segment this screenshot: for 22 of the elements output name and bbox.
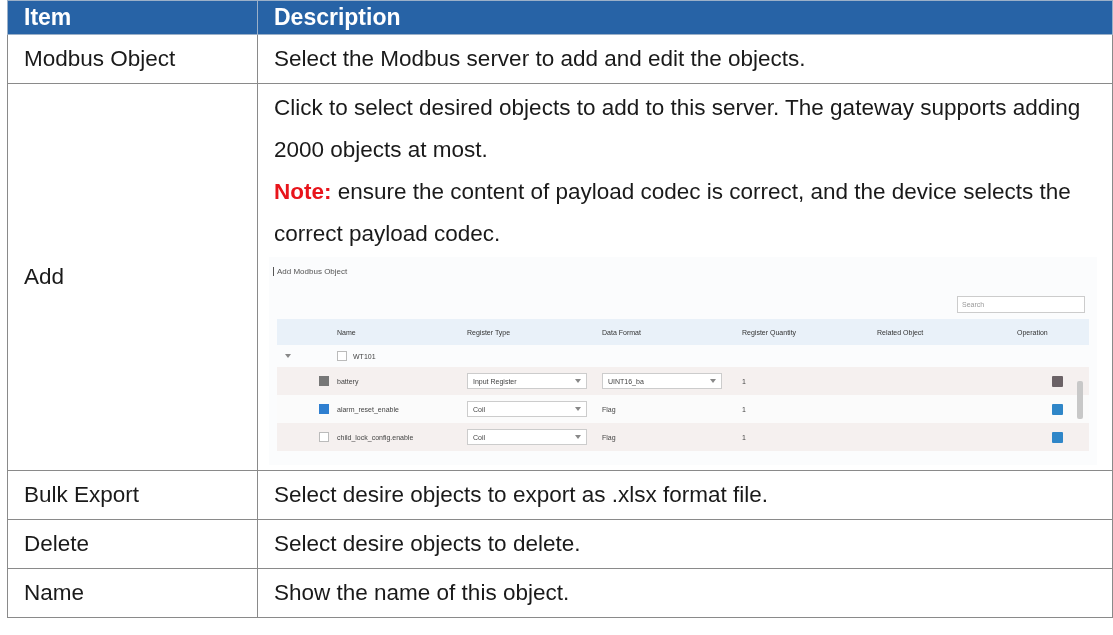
checkbox[interactable] [337,351,347,361]
caret-icon [575,407,581,411]
dialog-title: Add Modbus Object [273,267,348,276]
caret-icon [575,435,581,439]
description-text: Show the name of this object. [274,579,571,607]
column-header: Description [257,0,1113,35]
checkbox[interactable] [319,404,329,414]
caret-icon [575,379,581,383]
item-cell: Name [7,568,258,618]
column-header: Item [7,0,258,35]
item-cell: Delete [7,519,258,569]
item-cell: Bulk Export [7,470,258,520]
scrollbar[interactable] [1077,381,1083,419]
description-text: Select desire objects to export as .xlsx format file. [274,481,769,509]
description-text: Select desire objects to delete. [274,530,582,558]
item-cell: Modbus Object [7,34,258,84]
item-cell: Add [7,83,258,471]
checkbox[interactable] [319,432,329,442]
description-text: Note: ensure the content of payload codec is correct, and the device selects the correct payload codec. [274,178,1072,248]
description-text: Select the Modbus server to add and edit the objects. [274,45,807,73]
caret-icon [710,379,716,383]
description-text: Click to select desired objects to add to this server. The gateway supports adding 2000 objects at most. [274,94,1082,164]
